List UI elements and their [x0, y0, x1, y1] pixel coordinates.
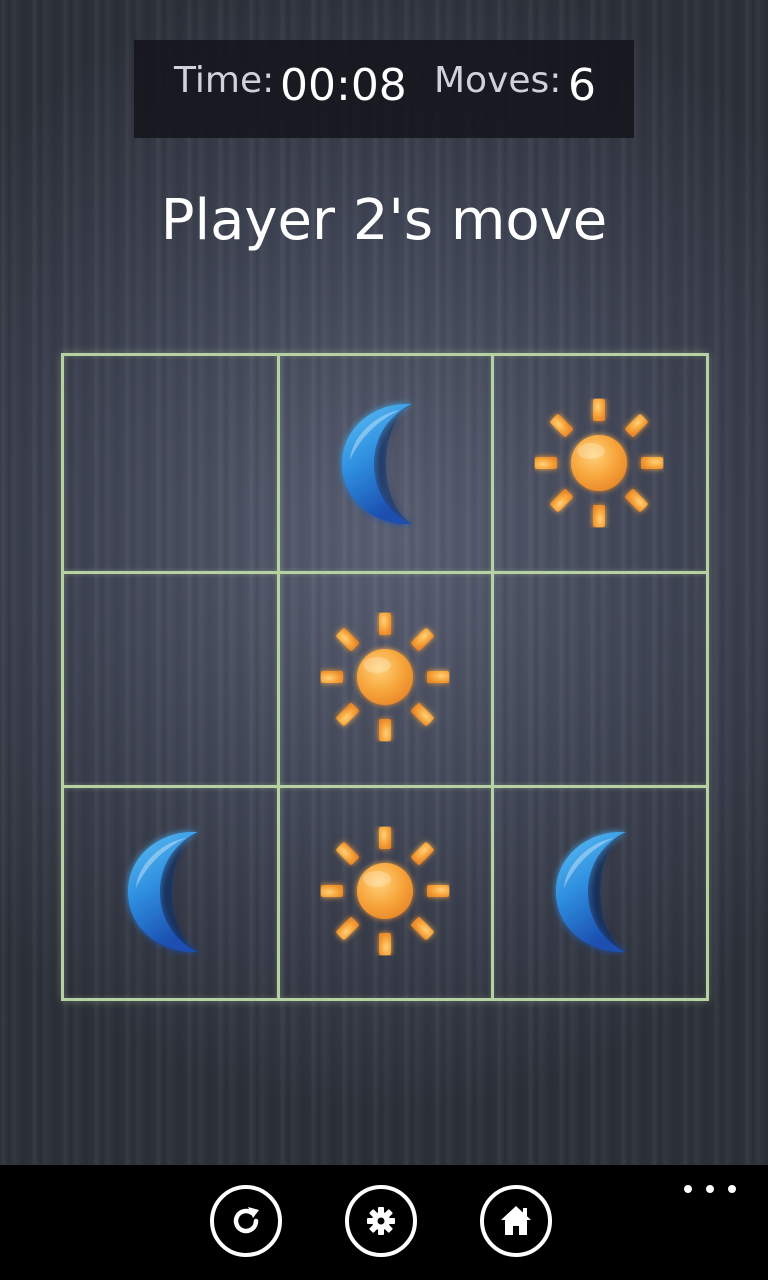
sun-icon: [320, 612, 450, 742]
board-cell[interactable]: [492, 356, 706, 570]
home-button[interactable]: [480, 1185, 552, 1257]
moon-icon: [320, 398, 450, 528]
moves-label: Moves:: [434, 60, 562, 101]
home-icon: [501, 1206, 531, 1235]
moon-icon: [534, 826, 664, 956]
settings-button[interactable]: [345, 1185, 417, 1257]
game-board: [61, 353, 709, 1001]
board-cell[interactable]: [492, 784, 706, 998]
gear-icon: [367, 1207, 395, 1235]
time-label: Time:: [174, 60, 275, 101]
ellipsis-icon: [706, 1185, 714, 1193]
sun-icon: [534, 398, 664, 528]
board-cell[interactable]: [278, 570, 492, 784]
sun-icon: [320, 826, 450, 956]
ellipsis-icon: [684, 1185, 692, 1193]
more-options-button[interactable]: [684, 1180, 736, 1198]
board-cell[interactable]: [278, 784, 492, 998]
board-cell[interactable]: [278, 356, 492, 570]
turn-indicator: Player 2's move: [160, 188, 608, 253]
board-cell[interactable]: [64, 356, 278, 570]
board-cell[interactable]: [64, 784, 278, 998]
time-value: 00:08: [280, 60, 407, 111]
restart-button[interactable]: [210, 1185, 282, 1257]
board-cell[interactable]: [64, 570, 278, 784]
moves-value: 6: [568, 60, 596, 111]
board-cell[interactable]: [492, 570, 706, 784]
restart-icon: [233, 1207, 259, 1234]
moon-icon: [106, 826, 236, 956]
ellipsis-icon: [728, 1185, 736, 1193]
